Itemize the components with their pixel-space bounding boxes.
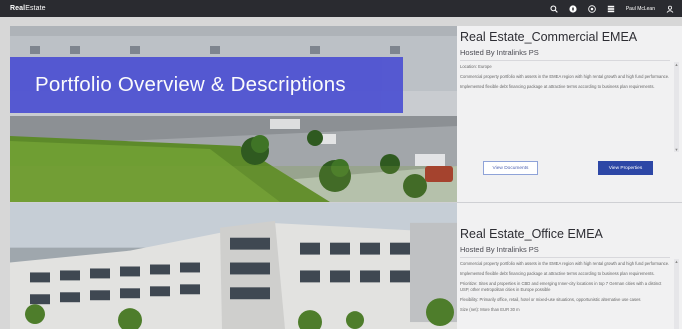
portfolio-details: Real Estate_Office EMEA Hosted By Intral…	[457, 203, 682, 329]
description-paragraph: Size (net): More than EUR 30 m	[460, 307, 520, 313]
compass-icon[interactable]	[569, 4, 578, 13]
grid-icon[interactable]	[607, 4, 616, 13]
scroll-down-icon[interactable]: ▼	[674, 147, 679, 152]
description-paragraph: Location: Europe	[460, 64, 492, 69]
description-paragraph: Commercial property portfolio with asset…	[460, 74, 670, 80]
scroll-up-icon[interactable]: ▲	[674, 62, 679, 67]
section-banner: Portfolio Overview & Descriptions	[10, 57, 403, 113]
description-paragraph: Flexibility: Primarily office, retail, h…	[460, 296, 641, 302]
top-bar: RealEstate Paul McLean	[0, 0, 682, 17]
search-icon[interactable]	[550, 4, 559, 13]
view-documents-button[interactable]: View Documents	[483, 161, 538, 175]
portfolio-description: Commercial property portfolio with asset…	[460, 257, 670, 312]
user-name[interactable]: Paul McLean	[626, 6, 655, 12]
description-paragraph: Commercial property portfolio with asset…	[460, 261, 670, 266]
scroll-up-icon[interactable]: ▲	[674, 259, 679, 264]
portfolio-title: Real Estate_Office EMEA	[460, 227, 603, 241]
banner-title: Portfolio Overview & Descriptions	[35, 73, 346, 96]
user-icon[interactable]	[665, 4, 674, 13]
card-actions: View Documents View Properties	[483, 161, 653, 175]
description-scrollbar[interactable]: ▲ ▼	[674, 62, 679, 152]
topbar-actions: Paul McLean	[550, 4, 674, 13]
portfolio-details: Real Estate_Commercial EMEA Hosted By In…	[457, 26, 682, 202]
portfolio-image[interactable]	[10, 26, 457, 202]
portfolio-image[interactable]	[10, 203, 457, 329]
portfolio-card: Real Estate_Commercial EMEA Hosted By In…	[10, 26, 682, 202]
portfolio-card: Real Estate_Office EMEA Hosted By Intral…	[10, 202, 682, 329]
hosted-by: Hosted By Intralinks PS	[460, 245, 539, 254]
description-scrollbar[interactable]: ▲	[674, 259, 679, 329]
portfolio-description: Location: Europe Commercial property por…	[460, 60, 670, 90]
portfolio-title: Real Estate_Commercial EMEA	[460, 30, 638, 44]
description-paragraph: Implemented flexible debt financing pack…	[460, 271, 655, 277]
hosted-by: Hosted By Intralinks PS	[460, 48, 539, 57]
description-paragraph: Implemented flexible debt financing pack…	[460, 84, 655, 90]
view-properties-button[interactable]: View Properties	[598, 161, 653, 175]
description-paragraph: Prioritize: Sites and properties in CBD …	[460, 281, 662, 292]
help-icon[interactable]	[588, 4, 597, 13]
app-logo[interactable]: RealEstate	[10, 5, 46, 12]
